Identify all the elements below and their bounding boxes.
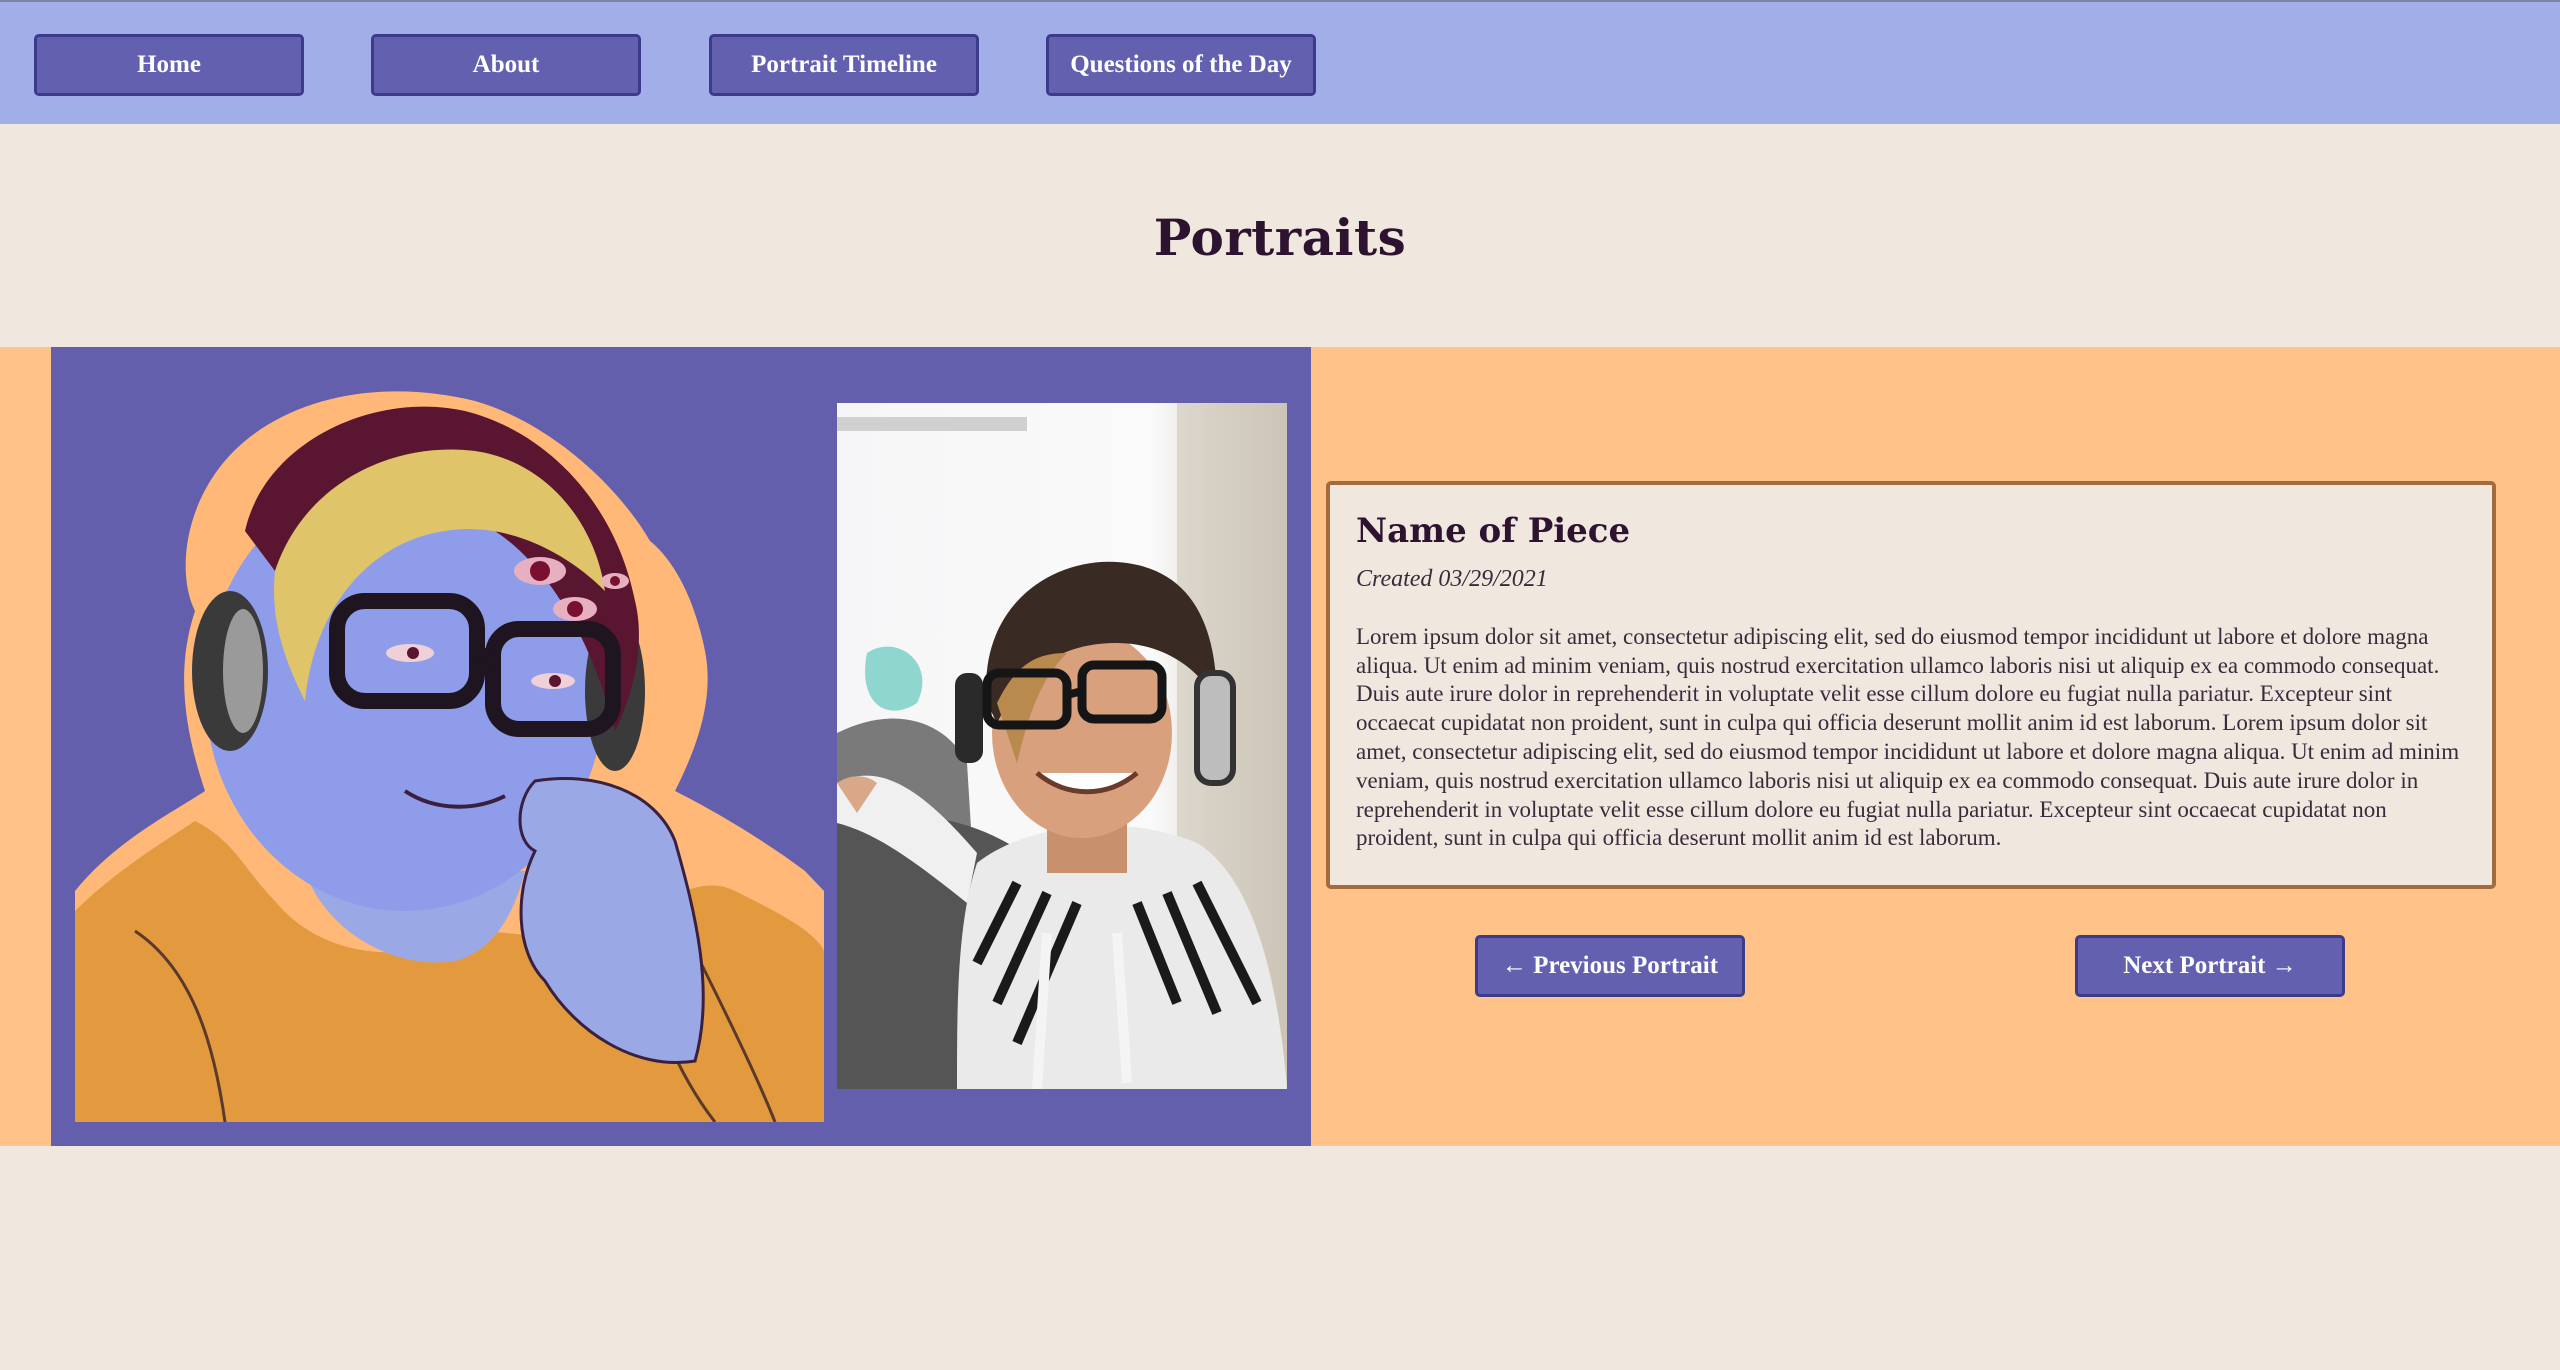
previous-portrait-button[interactable]: ← Previous Portrait [1475, 935, 1745, 997]
piece-info-card: Name of Piece Created 03/29/2021 Lorem i… [1326, 481, 2496, 889]
nav-questions-of-the-day-button[interactable]: Questions of the Day [1046, 34, 1316, 96]
piece-description: Lorem ipsum dolor sit amet, consectetur … [1356, 623, 2460, 851]
nav-portrait-timeline-button[interactable]: Portrait Timeline [709, 34, 979, 96]
nav-home-button[interactable]: Home [34, 34, 304, 96]
illustrated-portrait-image [75, 371, 824, 1122]
next-portrait-button[interactable]: Next Portrait → [2075, 935, 2345, 997]
piece-created-date: Created 03/29/2021 [1356, 565, 1548, 592]
reference-photo-image [837, 403, 1287, 1089]
portrait-image-panel [51, 347, 1311, 1146]
piece-name-heading: Name of Piece [1356, 511, 1631, 551]
top-nav: Home About Portrait Timeline Questions o… [0, 0, 2560, 124]
page-title: Portraits [1153, 208, 1407, 267]
nav-about-button[interactable]: About [371, 34, 641, 96]
